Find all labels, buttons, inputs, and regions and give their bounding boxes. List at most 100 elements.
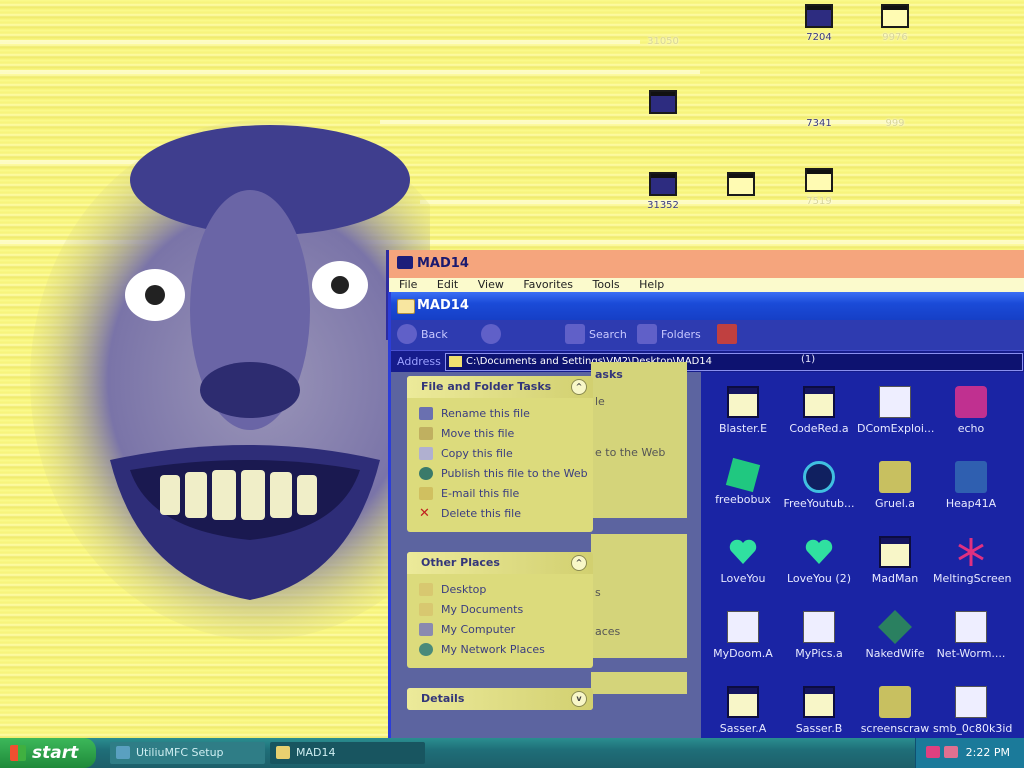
place-network[interactable]: My Network Places <box>419 640 593 660</box>
file-item[interactable]: smb_0c80k3id <box>933 686 1012 735</box>
folder-icon <box>397 256 413 269</box>
file-item[interactable]: MeltingScreen <box>933 536 1011 585</box>
task-label: Copy this file <box>441 447 513 460</box>
taskbar-button-mad14[interactable]: MAD14 <box>270 742 425 764</box>
back-button[interactable]: Back <box>421 328 448 341</box>
desktop-icon[interactable]: 7519 <box>784 168 854 207</box>
task-publish[interactable]: Publish this file to the Web <box>419 464 593 484</box>
folders-icon[interactable] <box>637 324 657 344</box>
collapse-chevron-icon[interactable]: ^ <box>571 379 587 395</box>
desktop-icon[interactable]: 7204 <box>784 4 854 43</box>
explorer-window: MAD14 Back Search Folders Address C:\Doc… <box>388 292 1024 738</box>
taskbar-button-utiliumfc[interactable]: UtiliuMFC Setup <box>110 742 265 764</box>
window-icon <box>727 172 755 196</box>
file-item[interactable]: Sasser.B <box>781 686 857 735</box>
back-arrow-icon[interactable] <box>397 324 417 344</box>
place-my-documents[interactable]: My Documents <box>419 600 593 620</box>
task-rename[interactable]: Rename this file <box>419 404 593 424</box>
window-icon <box>805 168 833 192</box>
desktop-icon[interactable]: 7341 <box>784 90 854 129</box>
task-email[interactable]: E-mail this file <box>419 484 593 504</box>
file-item[interactable]: m <box>1009 536 1024 585</box>
ghost-line: aces <box>595 625 621 638</box>
green-icon <box>725 457 761 493</box>
place-my-computer[interactable]: My Computer <box>419 620 593 640</box>
desktop-icon[interactable] <box>706 172 776 200</box>
file-item[interactable]: Sasser.A <box>705 686 781 735</box>
panel-header[interactable]: Details v <box>407 688 593 710</box>
menu-file[interactable]: File <box>399 278 417 291</box>
file-item[interactable]: echo <box>933 386 1009 435</box>
folder-icon <box>276 746 290 759</box>
desktop-icon[interactable] <box>628 90 698 118</box>
ghost-line: e to the Web <box>595 446 666 459</box>
desktop-icon[interactable]: 31352 <box>628 172 698 211</box>
views-icon[interactable] <box>717 324 737 344</box>
details-panel: Details v <box>407 688 593 710</box>
window-titlebar[interactable]: MAD14 <box>391 292 1024 320</box>
ghost-panel: asks le e to the Web <box>591 362 687 518</box>
menu-edit[interactable]: Edit <box>437 278 458 291</box>
file-item[interactable]: freebobux <box>705 457 781 506</box>
tray-icon[interactable] <box>926 746 940 758</box>
file-item[interactable]: MadMan <box>857 536 933 585</box>
file-item[interactable]: Gruel.a <box>857 461 933 510</box>
start-button[interactable]: start <box>0 738 96 768</box>
menu-tools[interactable]: Tools <box>593 278 620 291</box>
file-item[interactable]: LoveYou (2) <box>781 536 857 585</box>
window-icon <box>881 4 909 28</box>
ghost-panel <box>591 672 687 694</box>
desktop-icon[interactable]: 999 <box>860 90 930 129</box>
file-item[interactable]: Ic <box>1009 461 1024 510</box>
panel-header[interactable]: File and Folder Tasks ^ <box>407 376 593 398</box>
menu-help[interactable]: Help <box>639 278 664 291</box>
collapse-chevron-icon[interactable]: ^ <box>571 555 587 571</box>
forward-arrow-icon[interactable] <box>481 324 501 344</box>
file-item[interactable]: Net-Worm.... <box>933 611 1009 660</box>
menu-view[interactable]: View <box>478 278 504 291</box>
expand-chevron-icon[interactable]: v <box>571 691 587 707</box>
file-label: Gruel.a <box>874 497 916 510</box>
file-label: Blaster.E <box>718 422 768 435</box>
file-item[interactable]: Ema <box>1009 386 1024 435</box>
tray-icon[interactable] <box>944 746 958 758</box>
file-item[interactable]: LoveYou <box>705 536 781 585</box>
desktop-icon[interactable]: 31050 <box>628 8 698 47</box>
panel-title: Details <box>421 692 465 705</box>
email-icon <box>419 487 433 500</box>
task-delete[interactable]: ✕ Delete this file <box>419 504 593 524</box>
heart-icon <box>727 536 759 568</box>
file-item[interactable]: MyPics.a <box>781 611 857 660</box>
file-item[interactable]: FreeYoutub... <box>781 461 857 510</box>
place-label: My Network Places <box>441 643 545 656</box>
file-item[interactable]: Blaster.E <box>705 386 781 435</box>
ghost-line: s <box>595 586 601 599</box>
place-desktop[interactable]: Desktop <box>419 580 593 600</box>
file-view: Blaster.E CodeRed.a DComExploi... echo Ema fr… <box>701 372 1024 738</box>
ghost-window-title: MAD14 <box>389 250 1024 278</box>
file-item[interactable]: Netw <box>1009 611 1024 660</box>
folders-button[interactable]: Folders <box>661 328 701 341</box>
file-item[interactable]: Heap41A <box>933 461 1009 510</box>
file-item[interactable]: CodeRed.a <box>781 386 857 435</box>
file-item[interactable]: NakedWife <box>857 610 933 660</box>
desktop-icon[interactable]: 9976 <box>860 4 930 43</box>
task-move[interactable]: Move this file <box>419 424 593 444</box>
taskbar-button-label: UtiliuMFC Setup <box>136 746 224 759</box>
file-label: Heap41A <box>945 497 997 510</box>
panel-header[interactable]: Other Places ^ <box>407 552 593 574</box>
menu-favorites[interactable]: Favorites <box>523 278 573 291</box>
cube-icon <box>878 610 912 644</box>
file-item[interactable]: screenscraw <box>857 686 933 735</box>
ghost-panel-title: asks <box>595 368 623 381</box>
file-item[interactable]: DComExploi... <box>857 386 934 435</box>
network-icon <box>419 643 433 656</box>
search-button[interactable]: Search <box>589 328 627 341</box>
file-label: CodeRed.a <box>789 422 849 435</box>
address-input[interactable]: C:\Documents and Settings\VM2\Desktop\MA… <box>445 353 1023 371</box>
search-icon[interactable] <box>565 324 585 344</box>
windows-logo-icon <box>10 745 26 761</box>
task-copy[interactable]: Copy this file <box>419 444 593 464</box>
folder-icon <box>419 603 433 616</box>
file-item[interactable]: MyDoom.A <box>705 611 781 660</box>
